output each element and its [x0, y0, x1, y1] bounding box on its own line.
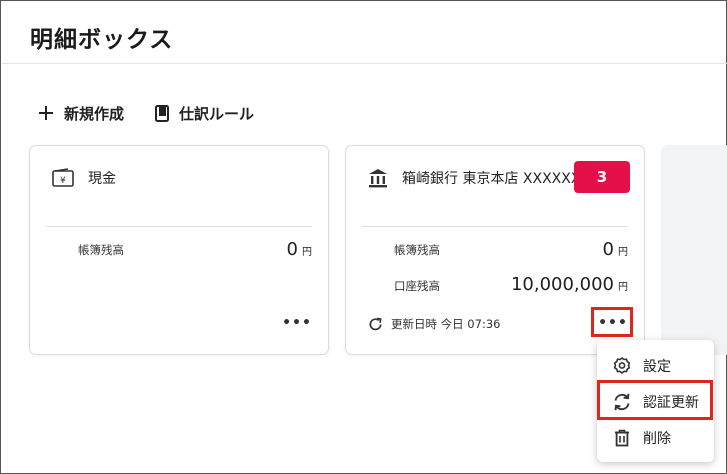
- book-balance-label: 帳簿残高: [78, 243, 124, 257]
- currency-unit: 円: [618, 247, 628, 258]
- last-updated-text: 更新日時 今日 07:36: [391, 317, 501, 331]
- card-title: 箱崎銀行 東京本店 XXXXXXX: [368, 168, 590, 188]
- card-title: ¥ 現金: [52, 168, 116, 188]
- currency-unit: 円: [302, 247, 312, 258]
- bank-icon: [368, 168, 388, 188]
- new-button[interactable]: 新規作成: [38, 100, 124, 126]
- divider: [46, 226, 312, 227]
- book-balance-label: 帳簿残高: [394, 243, 440, 257]
- account-balance-value: 10,000,000 円: [511, 274, 628, 295]
- menu-item-delete[interactable]: 削除: [597, 421, 714, 455]
- page-title: 明細ボックス: [30, 27, 174, 53]
- book-balance-value: 0円: [287, 239, 312, 260]
- amount: 0: [286, 239, 298, 260]
- journal-rules-button[interactable]: 仕訳ルール: [155, 100, 254, 126]
- sync-icon[interactable]: [368, 317, 383, 332]
- card-title-label: 現金: [88, 171, 116, 187]
- amount: 0: [602, 239, 614, 260]
- highlight-reauthenticate: [597, 380, 713, 420]
- highlight-more-button: [591, 307, 633, 337]
- new-button-label: 新規作成: [64, 104, 125, 123]
- trash-icon: [611, 429, 633, 447]
- card-title-label: 箱崎銀行 東京本店 XXXXXXX: [402, 171, 591, 187]
- menu-item-label: 削除: [643, 431, 671, 447]
- menu-item-label: 設定: [643, 359, 671, 375]
- svg-text:¥: ¥: [60, 176, 66, 186]
- ellipsis-icon: •••: [282, 315, 312, 331]
- journal-rules-button-label: 仕訳ルール: [179, 104, 255, 123]
- divider: [362, 226, 628, 227]
- book-icon: [155, 104, 169, 122]
- notification-badge: 3: [574, 161, 630, 193]
- menu-item-settings[interactable]: 設定: [597, 349, 714, 383]
- account-balance-label: 口座残高: [394, 279, 440, 293]
- wallet-icon: ¥: [52, 168, 74, 188]
- book-balance-value: 0円: [603, 239, 628, 260]
- plus-icon: [38, 105, 54, 121]
- gear-icon: [611, 357, 633, 375]
- partial-card[interactable]: [661, 145, 727, 355]
- more-options-button[interactable]: •••: [282, 312, 312, 334]
- last-updated: 更新日時 今日 07:36: [368, 316, 500, 332]
- currency-unit: 円: [618, 282, 628, 293]
- amount: 10,000,000: [510, 274, 614, 295]
- cash-card[interactable]: ¥ 現金 帳簿残高 0円 •••: [29, 145, 329, 355]
- page-header: 明細ボックス: [2, 2, 727, 64]
